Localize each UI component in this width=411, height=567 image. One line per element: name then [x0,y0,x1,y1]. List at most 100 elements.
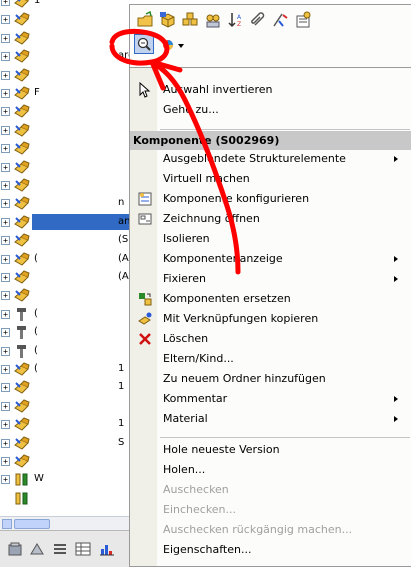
expand-toggle[interactable]: + [1,70,10,80]
tree-row[interactable]: + [0,397,134,416]
expand-toggle[interactable]: + [1,309,10,319]
expand-toggle[interactable]: + [1,365,10,374]
expand-toggle[interactable]: + [1,328,10,338]
edit-sketch-icon[interactable] [271,11,289,29]
expand-toggle[interactable]: + [1,162,10,172]
menu-item[interactable]: Komponentenanzeige [163,250,283,268]
expand-toggle[interactable]: + [1,107,10,117]
menu-item[interactable]: Komponente konfigurieren [163,190,309,208]
menu-item[interactable]: Holen... [163,461,205,479]
tree-row[interactable]: + [0,176,134,195]
menu-item[interactable]: Auswahl invertieren [163,81,272,99]
expand-toggle[interactable]: + [1,52,10,62]
menu-item[interactable]: Fixieren [163,270,206,288]
tree-row[interactable]: +1 [0,415,134,434]
configuration-manager-tab-icon[interactable] [51,540,69,558]
expand-toggle[interactable]: + [1,125,10,135]
tree-row[interactable]: + [0,121,134,140]
tree-row[interactable]: +1 [0,0,134,11]
edit-part-icon[interactable] [159,11,177,29]
tree-row[interactable]: +( [0,305,134,324]
display-manager-tab-icon[interactable] [98,540,116,558]
expand-toggle[interactable]: + [1,273,10,282]
part-icon [14,196,30,211]
tree-row[interactable]: + [0,102,134,121]
tree-row[interactable]: + ((A [0,250,134,269]
menu-item[interactable]: Eigenschaften... [163,541,251,559]
menu-item[interactable]: Einchecken... [163,501,236,519]
expand-toggle[interactable]: + [1,0,10,6]
expand-toggle[interactable]: + [1,346,10,356]
tree-row[interactable]: + n [0,194,134,213]
tree-row[interactable]: +1 [0,378,134,397]
tree-horizontal-scrollbar[interactable] [0,516,134,530]
part-icon [14,49,30,63]
menu-item[interactable]: Auschecken [163,481,229,499]
open-part-icon[interactable] [136,11,154,29]
expand-toggle[interactable]: + [1,254,10,264]
tree-row[interactable]: +( [0,323,134,342]
expand-toggle[interactable]: + [1,383,10,393]
tree-row[interactable]: + [0,158,134,177]
scroll-thumb[interactable] [14,519,50,529]
menu-item[interactable]: Isolieren [163,230,210,248]
menu-item[interactable]: Löschen [163,330,208,348]
expand-toggle[interactable]: + [1,438,10,448]
feature-tree[interactable]: +1 + + + ard + + F + + + + + + n + an + (S +((A + (A + +(+(+(+(… [0,0,134,516]
menu-item[interactable]: Hole neueste Version [163,441,280,459]
tree-row[interactable]: + (1 [0,360,134,379]
menu-item[interactable]: Zeichnung öffnen [163,210,260,228]
tree-row[interactable]: + an [0,213,134,232]
tree-row[interactable]: + [0,29,134,48]
expand-toggle[interactable]: + [1,181,10,190]
paperclip-icon[interactable] [249,11,267,29]
expand-toggle[interactable]: + [1,475,10,485]
tree-row[interactable]: + [0,286,134,305]
tree-row[interactable]: + F [0,84,134,103]
menu-item[interactable]: Mit Verknüpfungen kopieren [163,310,318,328]
tree-row[interactable]: + ard [0,47,134,66]
appearance-dropdown-arrow[interactable] [178,44,184,48]
edit-assembly-icon[interactable] [181,11,199,29]
menu-item[interactable]: Virtuell machen [163,170,250,188]
feature-manager-tab-icon[interactable] [6,540,24,558]
menu-item[interactable]: Komponenten ersetzen [163,290,291,308]
tree-row[interactable]: + [0,139,134,158]
tree-row[interactable]: + [0,10,134,29]
menu-item[interactable]: Gehe zu... [163,101,219,119]
tree-row[interactable]: + [0,66,134,85]
tree-row[interactable]: +( [0,342,134,361]
property-manager-tab-icon[interactable] [28,540,46,558]
scroll-left-button[interactable] [2,519,12,529]
tree-row[interactable]: + S [0,434,134,453]
zoom-to-selection-button[interactable] [134,34,154,54]
assembly-structure-icon[interactable] [204,11,222,29]
tree-row[interactable] [0,489,134,508]
menu-item[interactable]: Material [163,410,208,428]
expand-toggle[interactable]: + [1,144,10,154]
expand-toggle[interactable]: + [1,401,10,411]
expand-toggle[interactable]: + [1,89,10,98]
menu-item[interactable]: Ausgeblendete Strukturelemente [163,150,346,168]
menu-item[interactable]: Kommentar [163,390,227,408]
expand-toggle[interactable]: + [1,291,10,301]
tree-row[interactable]: + [0,452,134,471]
expand-toggle[interactable]: + [1,217,10,227]
expand-toggle[interactable]: + [1,457,10,466]
properties-icon[interactable] [294,11,312,29]
expand-toggle[interactable]: + [1,199,10,209]
tree-row[interactable]: + W [0,470,134,489]
sort-icon[interactable]: AZ [227,11,245,29]
dimxpert-tab-icon[interactable] [74,540,92,558]
menu-item[interactable]: Zu neuem Ordner hinzufügen [163,370,326,388]
expand-toggle[interactable]: + [1,15,10,25]
expand-toggle[interactable]: + [1,420,10,430]
menu-item[interactable]: Eltern/Kind... [163,350,234,368]
appearance-icon[interactable] [160,36,178,54]
expand-toggle[interactable]: + [1,236,10,246]
expand-toggle[interactable]: + [1,33,10,43]
menu-item[interactable]: Auschecken rückgängig machen... [163,521,352,539]
mate-icon [15,492,28,505]
tree-row[interactable]: + (A [0,268,134,287]
tree-row[interactable]: + (S [0,231,134,250]
